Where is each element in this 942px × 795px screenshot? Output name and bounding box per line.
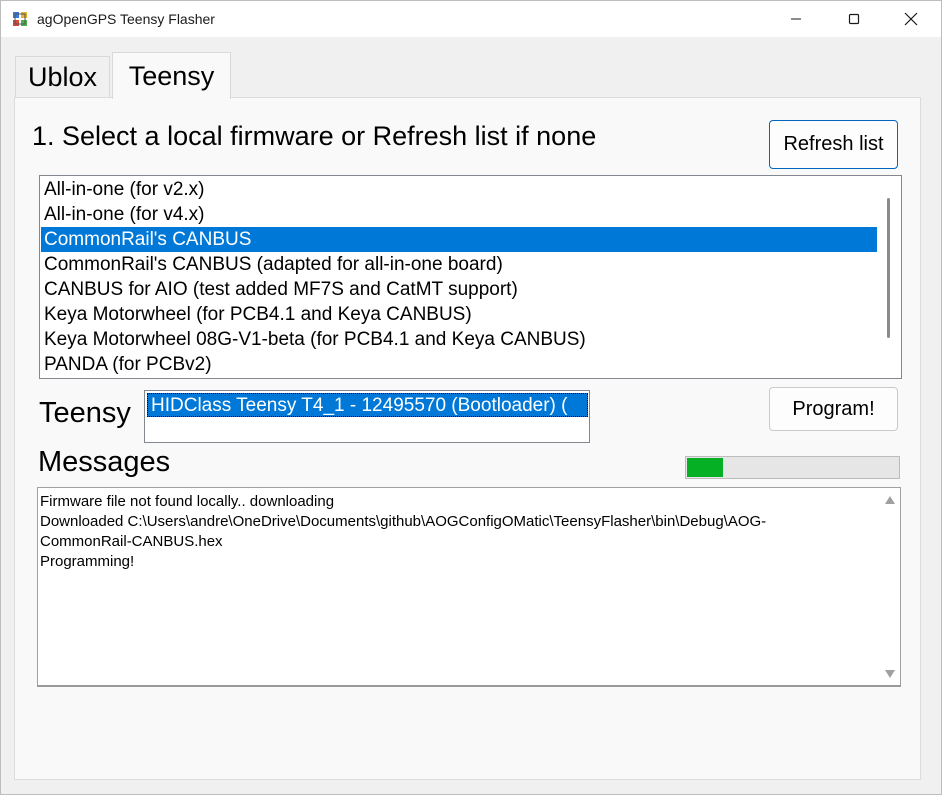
progress-bar-fill <box>687 458 723 477</box>
firmware-listbox[interactable]: All-in-one (for v2.x) All-in-one (for v4… <box>39 175 902 379</box>
tab-teensy[interactable]: Teensy <box>112 52 231 99</box>
messages-textbox[interactable]: Firmware file not found locally.. downlo… <box>37 487 901 687</box>
scroll-up-arrow-icon[interactable] <box>885 496 895 504</box>
firmware-list-item[interactable]: Keya Motorwheel (for PCB4.1 and Keya CAN… <box>41 302 877 327</box>
teensy-device-listbox[interactable]: HIDClass Teensy T4_1 - 12495570 (Bootloa… <box>144 390 590 443</box>
firmware-list-item[interactable]: All-in-one (for v2.x) <box>41 177 877 202</box>
minimize-button[interactable] <box>767 1 825 37</box>
app-icon <box>13 12 27 26</box>
tab-ublox[interactable]: Ublox <box>15 56 110 97</box>
title-bar[interactable]: agOpenGPS Teensy Flasher <box>1 1 941 37</box>
firmware-list-scroll-thumb[interactable] <box>887 198 890 338</box>
program-button[interactable]: Program! <box>769 387 898 431</box>
refresh-list-button[interactable]: Refresh list <box>769 120 898 169</box>
firmware-list-item[interactable]: CommonRail's CANBUS (adapted for all-in-… <box>41 252 877 277</box>
messages-label: Messages <box>38 446 171 478</box>
window-title: agOpenGPS Teensy Flasher <box>37 11 215 27</box>
firmware-list-item[interactable]: CANBUS for AIO (test added MF7S and CatM… <box>41 277 877 302</box>
teensy-label: Teensy <box>39 397 131 429</box>
firmware-list-item[interactable]: All-in-one (for v4.x) <box>41 202 877 227</box>
progress-bar <box>685 456 900 479</box>
firmware-list-item[interactable]: Keya Motorwheel 08G-V1-beta (for PCB4.1 … <box>41 327 877 352</box>
maximize-button[interactable] <box>825 1 883 37</box>
close-icon <box>904 12 918 26</box>
firmware-list-item-selected[interactable]: CommonRail's CANBUS <box>41 227 877 252</box>
app-window: agOpenGPS Teensy Flasher Ublox Teensy 1.… <box>0 0 942 795</box>
select-firmware-heading: 1. Select a local firmware or Refresh li… <box>32 121 597 151</box>
firmware-list-item[interactable]: PANDA (for PCBv2) <box>41 352 877 377</box>
teensy-device-item-selected[interactable]: HIDClass Teensy T4_1 - 12495570 (Bootloa… <box>147 393 588 417</box>
close-button[interactable] <box>882 1 940 37</box>
minimize-icon <box>791 18 801 20</box>
maximize-icon <box>848 13 860 25</box>
messages-text: Firmware file not found locally.. downlo… <box>40 493 767 570</box>
scroll-down-arrow-icon[interactable] <box>885 670 895 678</box>
messages-scrollbar[interactable] <box>879 488 900 686</box>
